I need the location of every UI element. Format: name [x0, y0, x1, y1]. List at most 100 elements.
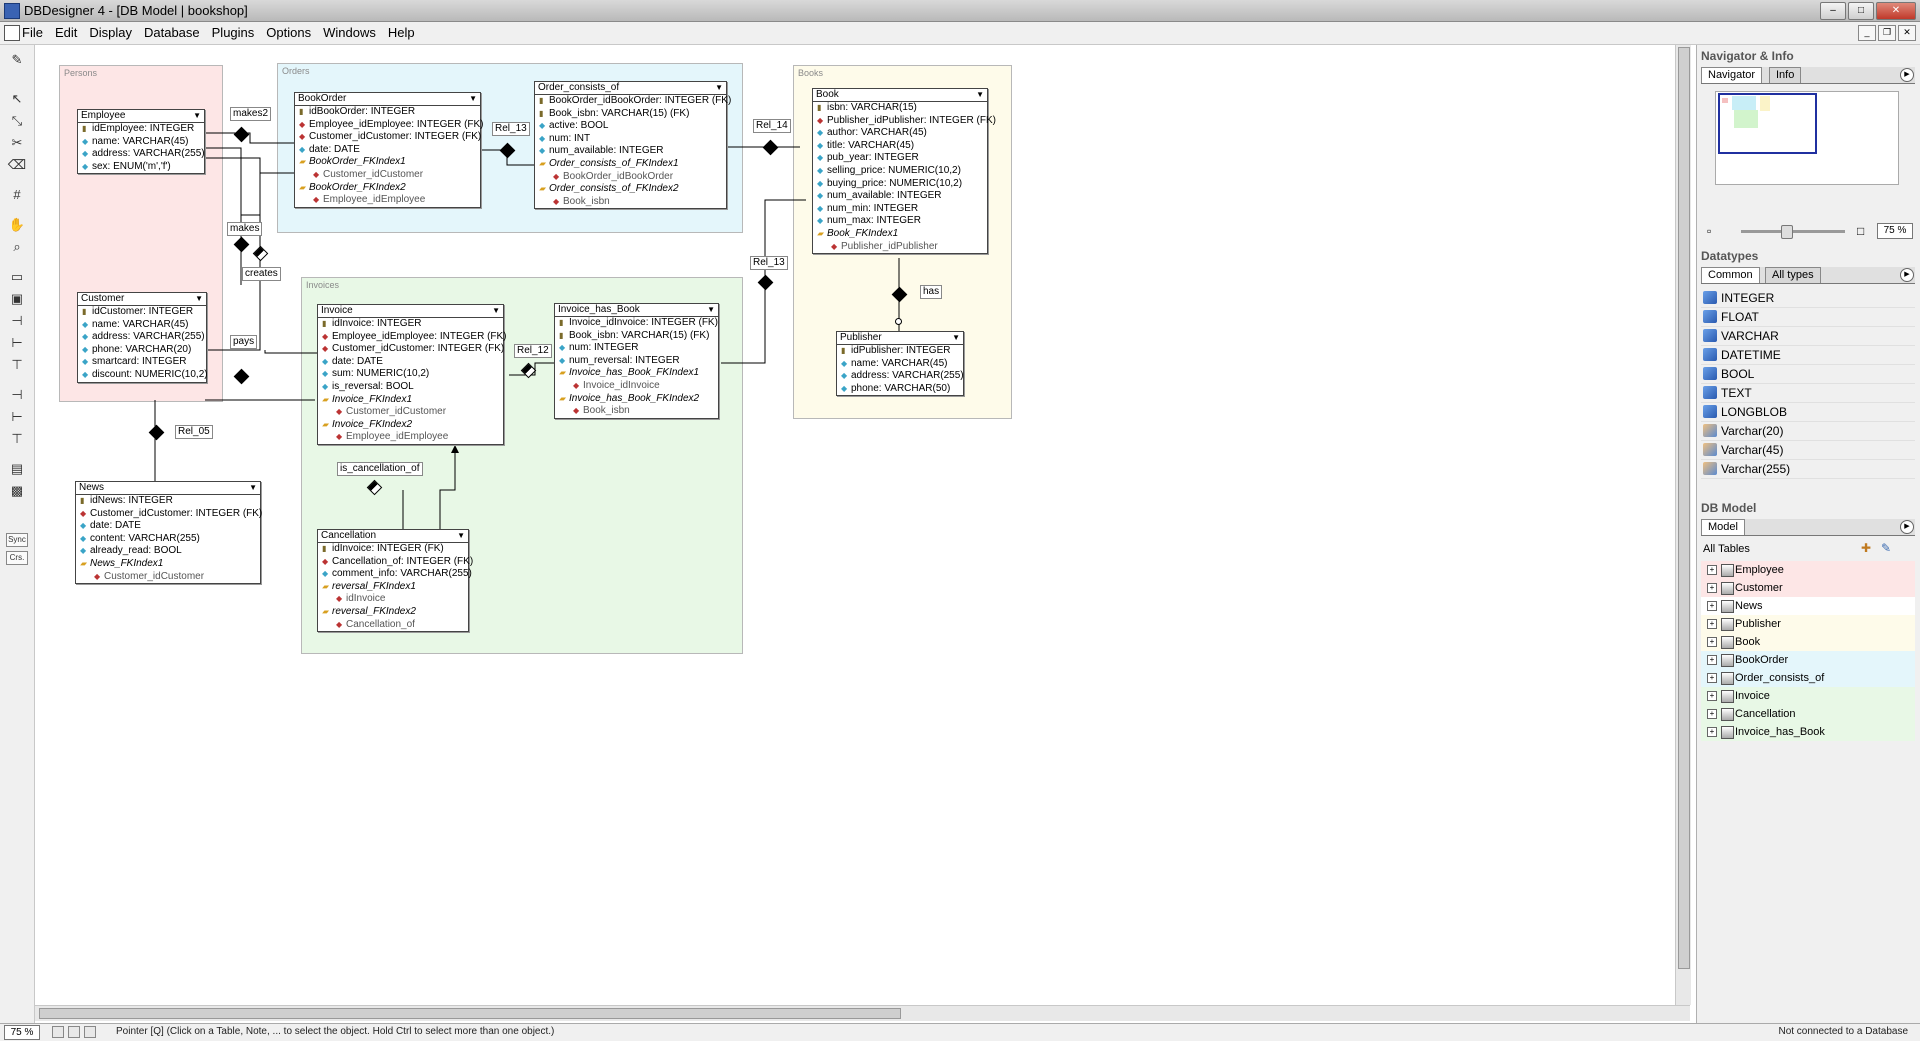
- table-column[interactable]: ◆ num: INTEGER: [555, 342, 718, 355]
- tree-item-table[interactable]: + Invoice: [1701, 687, 1915, 705]
- table-column[interactable]: ◆ selling_price: NUMERIC(10,2): [813, 165, 987, 178]
- datatype-item[interactable]: Varchar(255): [1701, 460, 1915, 479]
- relation-label[interactable]: is_cancellation_of: [337, 462, 423, 476]
- note-tool-icon[interactable]: ▤: [6, 460, 28, 478]
- table-header[interactable]: Book ▼: [813, 89, 987, 102]
- table-book[interactable]: Book ▼ ▮ isbn: VARCHAR(15) ◆ Publisher_idPubl…: [812, 88, 996, 255]
- expand-icon[interactable]: +: [1707, 727, 1717, 737]
- grid-tool-icon[interactable]: #: [6, 186, 28, 204]
- table-column[interactable]: ◆ Customer_idCustomer: [76, 571, 260, 584]
- expand-icon[interactable]: +: [1707, 637, 1717, 647]
- menu-database[interactable]: Database: [144, 25, 200, 40]
- horizontal-scrollbar[interactable]: [35, 1005, 1690, 1021]
- menu-options[interactable]: Options: [266, 25, 311, 40]
- relation-1n-sub-tool-icon[interactable]: ⊣: [6, 386, 28, 404]
- relation-label[interactable]: has: [920, 285, 943, 299]
- table-column[interactable]: ◆ phone: VARCHAR(50): [837, 383, 963, 396]
- design-mode-icon[interactable]: ✎: [6, 51, 28, 69]
- zoom-slider[interactable]: [1741, 230, 1845, 233]
- tab-info[interactable]: Info: [1769, 67, 1802, 83]
- expand-icon[interactable]: +: [1707, 583, 1717, 593]
- datatype-item[interactable]: INTEGER: [1701, 289, 1915, 308]
- table-column[interactable]: ▮ idInvoice: INTEGER: [318, 318, 503, 331]
- tab-navigator[interactable]: Navigator: [1701, 67, 1763, 83]
- tree-item-table[interactable]: + Employee: [1701, 561, 1915, 579]
- table-column[interactable]: ◆ date: DATE: [318, 356, 503, 369]
- status-doc-icon[interactable]: [84, 1026, 96, 1038]
- table-header[interactable]: Invoice ▼: [318, 305, 503, 318]
- table-column[interactable]: ◆ Customer_idCustomer: INTEGER (FK): [76, 508, 262, 521]
- datatype-item[interactable]: Varchar(45): [1701, 441, 1915, 460]
- navigator-preview[interactable]: [1715, 91, 1899, 185]
- relation-nm-sub-tool-icon[interactable]: ⊢: [6, 408, 28, 426]
- collapse-arrow-icon[interactable]: ▼: [707, 304, 715, 317]
- table-column[interactable]: ◆ num_available: INTEGER: [813, 190, 987, 203]
- collapse-arrow-icon[interactable]: ▼: [492, 305, 500, 318]
- expand-icon[interactable]: +: [1707, 673, 1717, 683]
- mdi-minimize-button[interactable]: _: [1858, 25, 1876, 41]
- maximize-button[interactable]: □: [1848, 2, 1874, 20]
- table-customer[interactable]: Customer ▼ ▮ idCustomer: INTEGER ◆ name: VARC…: [77, 292, 208, 383]
- tree-item-table[interactable]: + Publisher: [1701, 615, 1915, 633]
- table-column[interactable]: ◆ already_read: BOOL: [76, 545, 260, 558]
- menu-windows[interactable]: Windows: [323, 25, 376, 40]
- expand-icon[interactable]: +: [1707, 691, 1717, 701]
- table-column[interactable]: ◆ smartcard: INTEGER: [78, 356, 206, 369]
- table-column[interactable]: ◆ pub_year: INTEGER: [813, 152, 987, 165]
- table-column[interactable]: ◆ name: VARCHAR(45): [837, 358, 963, 371]
- panel-arrow-icon[interactable]: ▶: [1900, 268, 1914, 282]
- relation-11-sub-tool-icon[interactable]: ⊤: [6, 430, 28, 448]
- table-column[interactable]: ◆ Employee_idEmployee: INTEGER (FK): [295, 119, 484, 132]
- table-column[interactable]: ◆ num_min: INTEGER: [813, 203, 987, 216]
- menu-display[interactable]: Display: [89, 25, 132, 40]
- collapse-arrow-icon[interactable]: ▼: [457, 530, 465, 543]
- model-canvas[interactable]: Persons Orders Books Invoices makes2 mak…: [35, 45, 1675, 1005]
- collapse-arrow-icon[interactable]: ▼: [952, 332, 960, 345]
- tree-item-table[interactable]: + BookOrder: [1701, 651, 1915, 669]
- zoom-slider-thumb[interactable]: [1781, 225, 1793, 239]
- table-column[interactable]: ◆ Employee_idEmployee: [295, 194, 480, 207]
- table-column[interactable]: ▰ Invoice_has_Book_FKIndex2: [555, 393, 718, 406]
- table-column[interactable]: ◆ Book_isbn: [555, 405, 718, 418]
- table-column[interactable]: ◆ Customer_idCustomer: [295, 169, 480, 182]
- table-invoice[interactable]: Invoice ▼ ▮ idInvoice: INTEGER ◆ Employee_idE…: [317, 304, 507, 445]
- table-header[interactable]: Order_consists_of ▼: [535, 82, 726, 95]
- relation-label[interactable]: creates: [242, 267, 281, 281]
- new-table-icon[interactable]: ✚: [1861, 541, 1871, 555]
- status-zoom[interactable]: 75 %: [4, 1025, 40, 1040]
- table-header[interactable]: News ▼: [76, 482, 260, 495]
- datatype-item[interactable]: VARCHAR: [1701, 327, 1915, 346]
- collapse-arrow-icon[interactable]: ▼: [976, 89, 984, 102]
- table-column[interactable]: ▰ Invoice_FKIndex1: [318, 394, 503, 407]
- table-column[interactable]: ◆ date: DATE: [295, 144, 480, 157]
- relation-label[interactable]: Rel_14: [753, 119, 791, 133]
- collapse-arrow-icon[interactable]: ▼: [715, 82, 723, 95]
- table-column[interactable]: ◆ discount: NUMERIC(10,2): [78, 369, 208, 382]
- panel-arrow-icon[interactable]: ▶: [1900, 68, 1914, 82]
- eraser-tool-icon[interactable]: ⌫: [6, 156, 28, 174]
- status-save-icon[interactable]: [68, 1026, 80, 1038]
- table-column[interactable]: ◆ title: VARCHAR(45): [813, 140, 987, 153]
- document-icon[interactable]: [4, 25, 20, 41]
- datatype-item[interactable]: TEXT: [1701, 384, 1915, 403]
- zoom-tool-icon[interactable]: ⌕: [6, 238, 28, 256]
- relation-label[interactable]: pays: [230, 335, 258, 349]
- table-column[interactable]: ▰ BookOrder_FKIndex1: [295, 156, 480, 169]
- table-column[interactable]: ▮ idNews: INTEGER: [76, 495, 260, 508]
- table-publisher[interactable]: Publisher ▼ ▮ idPublisher: INTEGER ◆ name: VA…: [836, 331, 964, 397]
- table-column[interactable]: ▰ Invoice_has_Book_FKIndex1: [555, 367, 718, 380]
- collapse-arrow-icon[interactable]: ▼: [469, 93, 477, 106]
- table-order-consists-of[interactable]: Order_consists_of ▼ ▮ BookOrder_idBookOrder…: [534, 81, 731, 210]
- menu-file[interactable]: File: [22, 25, 43, 40]
- minimize-button[interactable]: –: [1820, 2, 1846, 20]
- table-column[interactable]: ▰ Order_consists_of_FKIndex2: [535, 183, 726, 196]
- sync-button[interactable]: Sync: [6, 533, 28, 547]
- table-bookorder[interactable]: BookOrder ▼ ▮ idBookOrder: INTEGER ◆ Employee…: [294, 92, 484, 208]
- table-column[interactable]: ◆ Book_isbn: [535, 196, 726, 209]
- zoom-in-icon[interactable]: □: [1857, 224, 1864, 238]
- table-column[interactable]: ▰ News_FKIndex1: [76, 558, 260, 571]
- table-column[interactable]: ◆ Publisher_idPublisher: [813, 241, 987, 254]
- tree-item-table[interactable]: + Book: [1701, 633, 1915, 651]
- table-column[interactable]: ▮ idPublisher: INTEGER: [837, 345, 963, 358]
- new-view-tool-icon[interactable]: ▣: [6, 290, 28, 308]
